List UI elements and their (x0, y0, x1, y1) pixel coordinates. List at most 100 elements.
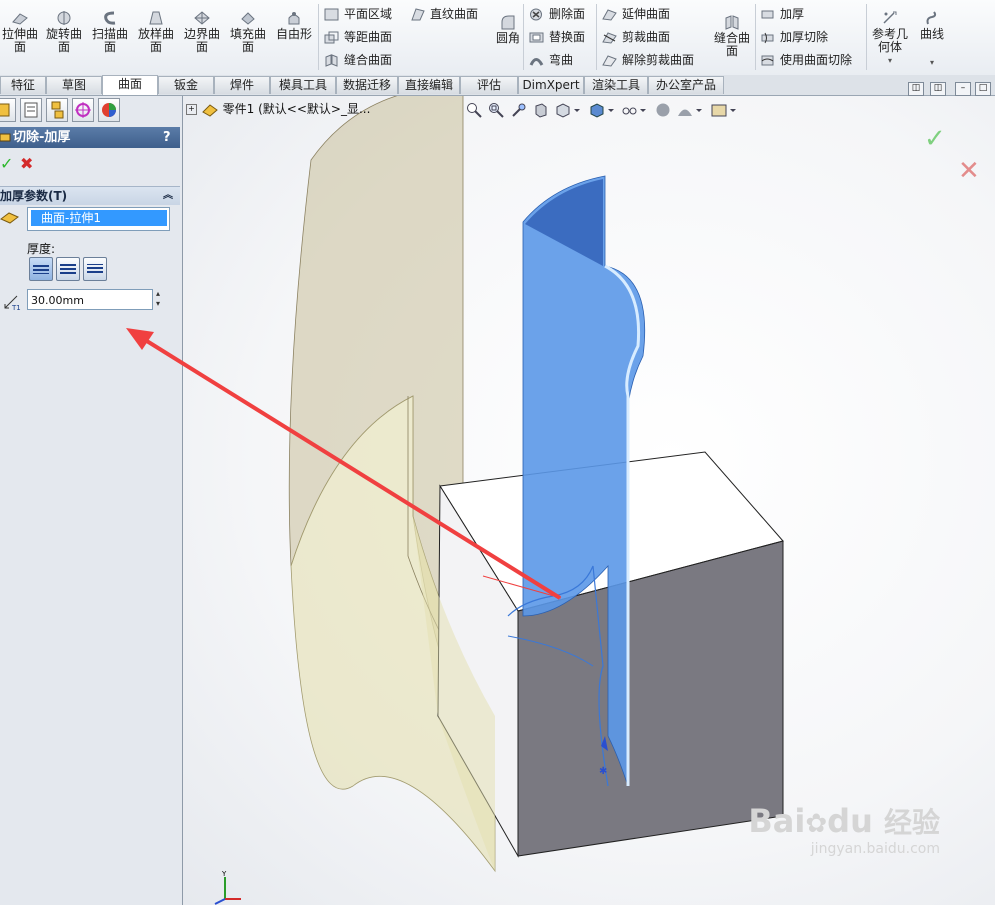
previous-view-icon[interactable] (511, 102, 527, 118)
watermark-brand: Bai (748, 802, 806, 840)
tab-render-tools[interactable]: 渲染工具 (584, 76, 648, 94)
trim-surface-button[interactable]: 剪裁曲面 (602, 28, 670, 46)
dimxpert-manager-tab[interactable] (72, 98, 94, 122)
tab-evaluate[interactable]: 评估 (460, 76, 518, 94)
chevron-down-icon: ▾ (887, 56, 892, 65)
tab-office-products[interactable]: 办公室产品 (648, 76, 724, 94)
tab-dimxpert[interactable]: DimXpert (518, 76, 584, 94)
swept-surface-label: 扫描曲 面 (91, 27, 128, 54)
thicken-cut-icon (761, 32, 774, 44)
replace-face-label: 替换面 (549, 30, 586, 44)
display-manager-tab[interactable] (98, 98, 120, 122)
knit-surface-small-button[interactable]: 缝合曲面 (324, 51, 392, 69)
fillet-button[interactable]: 圆角 (488, 14, 528, 45)
extend-surface-label: 延伸曲面 (622, 7, 671, 21)
zoom-to-fit-icon[interactable] (466, 102, 482, 118)
confirm-cancel-icon[interactable]: ✕ (958, 156, 980, 186)
knit-surface-button[interactable]: 缝合曲 面 (712, 14, 752, 58)
thicken-parameters-group[interactable]: 加厚参数(T) ︽ (0, 186, 180, 205)
tab-sketch[interactable]: 草图 (46, 76, 102, 94)
ruled-surface-button[interactable]: 直纹曲面 (410, 5, 478, 23)
baidu-watermark: Bai✿du 经验 jingyan.baidu.com (748, 804, 940, 857)
view-settings-icon[interactable] (711, 102, 737, 118)
command-manager-ribbon: 拉伸曲 面 旋转曲 面 扫描曲 面 放样曲 面 边界曲 面 填充曲 面 自由形 … (0, 0, 995, 76)
part-icon (202, 103, 218, 117)
tab-features[interactable]: 特征 (0, 76, 46, 94)
hide-show-items-icon[interactable] (621, 102, 647, 118)
flex-button[interactable]: 弯曲 (529, 51, 573, 69)
selected-surface-item[interactable]: 曲面-拉伸1 (31, 210, 167, 226)
section-view-icon[interactable] (533, 102, 549, 118)
filled-surface-button[interactable]: 填充曲 面 (228, 10, 268, 54)
restore-right-icon[interactable]: ◫ (930, 82, 946, 96)
collapse-icon[interactable]: ︽ (163, 187, 173, 205)
tab-data-migration[interactable]: 数据迁移 (336, 76, 398, 94)
confirm-ok-icon[interactable]: ✓ (924, 124, 946, 154)
tab-direct-editing[interactable]: 直接编辑 (398, 76, 460, 94)
surface-cut-button[interactable]: 使用曲面切除 (760, 51, 852, 69)
curves-icon (926, 11, 937, 25)
ribbon-separator (755, 4, 756, 70)
thickness-input[interactable]: 30.00mm (27, 289, 153, 310)
minimize-icon[interactable]: – (955, 82, 971, 96)
reference-geometry-button[interactable]: 参考几 何体 ▾ (870, 10, 910, 67)
lofted-surface-icon (149, 11, 163, 25)
edit-appearance-icon[interactable] (655, 102, 671, 118)
help-icon[interactable]: ? (163, 127, 171, 148)
boundary-surface-button[interactable]: 边界曲 面 (182, 10, 222, 54)
replace-face-button[interactable]: 替换面 (529, 28, 585, 46)
freeform-button[interactable]: 自由形 (274, 10, 314, 41)
zoom-to-area-icon[interactable] (488, 102, 504, 118)
delete-face-icon (530, 8, 542, 21)
tab-mold-tools[interactable]: 模具工具 (270, 76, 336, 94)
feature-manager-tab[interactable] (0, 98, 16, 122)
cancel-button[interactable]: ✖ (20, 154, 33, 173)
thicken-side2-button[interactable] (83, 257, 107, 281)
display-style-icon[interactable] (589, 102, 615, 118)
configuration-manager-tab[interactable] (46, 98, 68, 122)
delete-face-button[interactable]: 删除面 (529, 5, 585, 23)
freeform-label: 自由形 (275, 27, 312, 41)
tab-weldments[interactable]: 焊件 (214, 76, 270, 94)
tab-sheet-metal[interactable]: 钣金 (158, 76, 214, 94)
ruled-surface-icon (411, 8, 425, 21)
planar-surface-button[interactable]: 平面区域 (324, 5, 392, 23)
appearance-icon (102, 103, 116, 117)
configuration-icon (51, 101, 64, 119)
apply-scene-icon[interactable] (677, 102, 703, 118)
curves-button[interactable]: 曲线 ▾ (912, 10, 952, 69)
ribbon-separator (523, 4, 524, 70)
view-orientation-icon[interactable] (555, 102, 581, 118)
thickness-spinner[interactable]: ▴ ▾ (156, 289, 166, 310)
extend-surface-button[interactable]: 延伸曲面 (602, 5, 670, 23)
untrim-surface-button[interactable]: 解除剪裁曲面 (602, 51, 694, 69)
trim-surface-icon (602, 32, 617, 44)
extruded-surface-button[interactable]: 拉伸曲 面 (0, 10, 40, 54)
thicken-both-sides-button[interactable] (56, 257, 80, 281)
thicken-cut-label: 加厚切除 (780, 30, 829, 44)
revolved-surface-button[interactable]: 旋转曲 面 (44, 10, 84, 54)
expand-icon[interactable]: + (186, 104, 197, 115)
thickness-dimension-icon: T1 (4, 295, 21, 311)
ok-button[interactable]: ✓ (0, 154, 13, 173)
delete-face-label: 删除面 (549, 7, 586, 21)
axis-triad: Y (214, 870, 241, 905)
revolved-surface-label: 旋转曲 面 (45, 27, 82, 54)
feature-tree-flyout[interactable]: + 零件1 (默认<<默认>_显... (186, 100, 370, 118)
thicken-side1-button[interactable] (29, 257, 53, 281)
restore-left-icon[interactable]: ◫ (908, 82, 924, 96)
tab-surfaces[interactable]: 曲面 (102, 75, 158, 95)
offset-surface-button[interactable]: 等距曲面 (324, 28, 392, 46)
lofted-surface-label: 放样曲 面 (137, 27, 174, 54)
untrim-surface-label: 解除剪裁曲面 (622, 53, 695, 67)
property-manager-tab[interactable] (20, 98, 42, 122)
thicken-cut-button[interactable]: 加厚切除 (760, 28, 828, 46)
swept-surface-button[interactable]: 扫描曲 面 (90, 10, 130, 54)
thicken-button[interactable]: 加厚 (760, 5, 804, 23)
ribbon-separator (318, 4, 319, 70)
planar-surface-icon (324, 8, 339, 21)
paw-icon: ✿ (805, 809, 828, 839)
lofted-surface-button[interactable]: 放样曲 面 (136, 10, 176, 54)
extend-surface-icon (602, 9, 617, 21)
maximize-icon[interactable]: □ (975, 82, 991, 96)
